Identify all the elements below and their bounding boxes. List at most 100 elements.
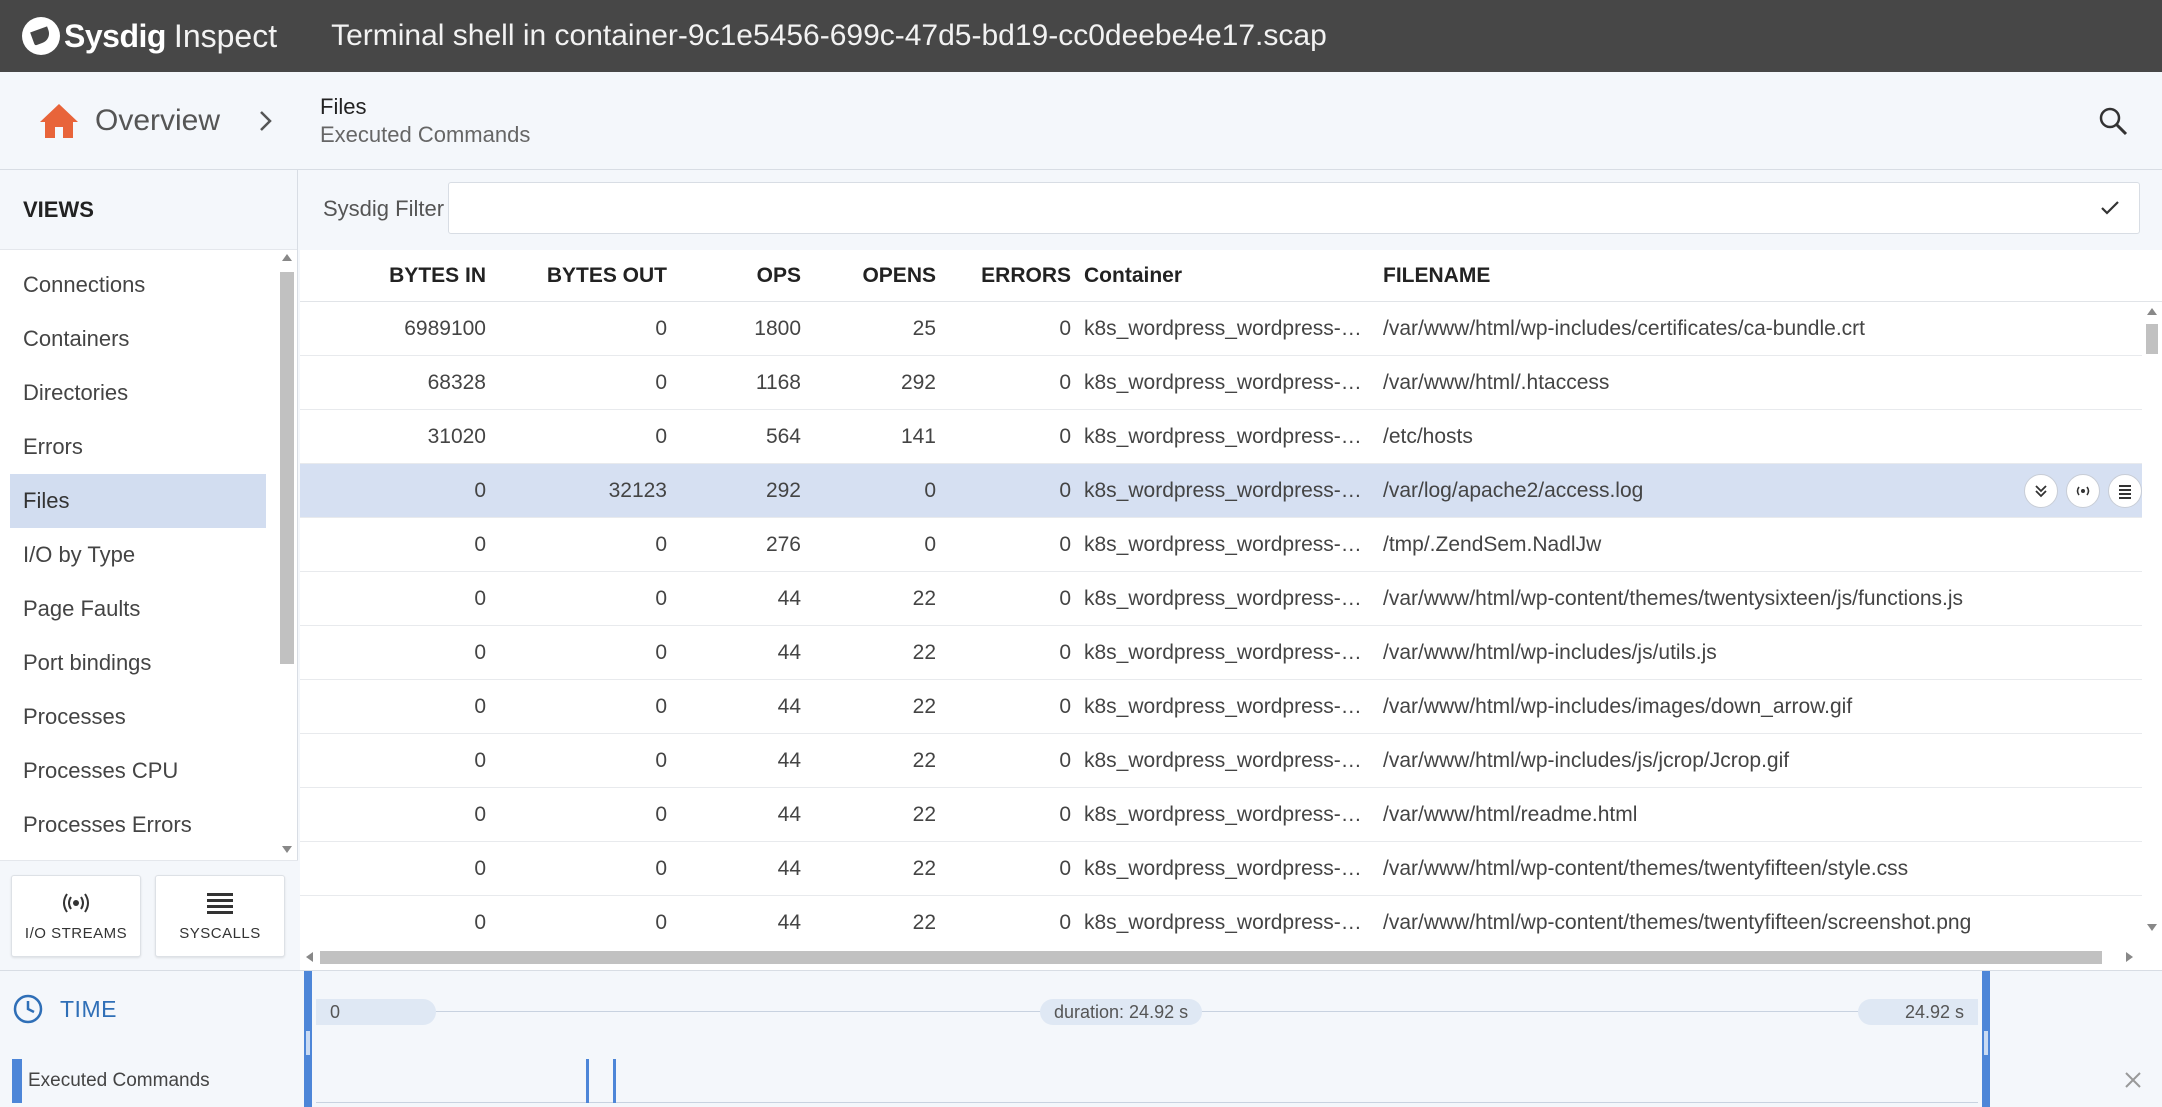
table-row[interactable]: 0 0 44 22 0 k8s_wordpress_wordpress-1.../var/… xyxy=(300,734,2142,788)
apply-filter-icon[interactable] xyxy=(2100,200,2120,216)
container-cell: k8s_wordpress_wordpress-1... xyxy=(1084,479,1369,502)
timeline-event-mark[interactable] xyxy=(586,1059,590,1103)
table-row[interactable]: 0 0 276 0 0 k8s_wordpress_wordpress-1.../tmp/… xyxy=(300,518,2142,572)
timeline-event-mark[interactable] xyxy=(612,1059,616,1103)
sidebar-item-errors[interactable]: Errors xyxy=(10,420,266,474)
syscalls-button[interactable]: SYSCALLS xyxy=(155,875,285,957)
close-icon[interactable] xyxy=(2124,1071,2142,1089)
track-color-bar xyxy=(12,1059,22,1103)
sidebar-item-port-bindings[interactable]: Port bindings xyxy=(10,636,266,690)
container-cell: k8s_wordpress_wordpress-1... xyxy=(1084,533,1369,556)
io-streams-icon xyxy=(63,892,89,913)
filename-cell: /var/www/html/wp-includes/certificates/c… xyxy=(1383,317,1865,340)
table-row[interactable]: 0 0 44 22 0 k8s_wordpress_wordpress-1.../var/… xyxy=(300,572,2142,626)
errors-cell: 0 xyxy=(1059,371,1071,394)
sidebar-item-processes-cpu[interactable]: Processes CPU xyxy=(10,744,266,798)
breadcrumb-current: Files xyxy=(320,94,367,119)
filename-cell: /var/www/html/wp-content/themes/twentyfi… xyxy=(1383,911,1972,934)
timeline-track xyxy=(316,1102,1978,1103)
timeline-duration-label: duration: 24.92 s xyxy=(1040,999,1203,1025)
sidebar-scrollbar[interactable] xyxy=(278,250,296,860)
io-streams-button[interactable]: I/O STREAMS xyxy=(11,875,141,957)
table-header: BYTES IN BYTES OUT OPS OPENS ERRORS Cont… xyxy=(300,250,2162,302)
table-vertical-scrollbar[interactable] xyxy=(2142,302,2162,940)
col-filename[interactable]: FILENAME xyxy=(1383,264,1490,288)
row-actions xyxy=(2016,474,2142,508)
filename-cell: /var/log/apache2/access.log xyxy=(1383,479,1644,502)
grip-icon xyxy=(1984,1031,1988,1055)
chevron-right-icon xyxy=(260,111,272,131)
scrollbar-thumb[interactable] xyxy=(2146,324,2158,354)
executed-commands-track[interactable]: Executed Commands xyxy=(12,1059,302,1103)
brand-name: Sysdig xyxy=(64,17,166,54)
io-streams-button[interactable] xyxy=(2066,474,2100,508)
container-cell: k8s_wordpress_wordpress-1... xyxy=(1084,317,1369,340)
product-name: Inspect xyxy=(173,17,278,54)
views-heading: VIEWS xyxy=(0,170,297,250)
errors-cell: 0 xyxy=(1059,749,1071,772)
errors-cell: 0 xyxy=(1059,911,1071,934)
time-heading: TIME xyxy=(12,993,117,1025)
expand-button[interactable] xyxy=(2024,474,2058,508)
col-errors[interactable]: ERRORS xyxy=(300,264,1071,288)
scrollbar-thumb[interactable] xyxy=(320,951,2102,964)
table-horizontal-scrollbar[interactable] xyxy=(300,947,2142,967)
time-panel: TIME Executed Commands 0 duration: 24.92… xyxy=(0,970,2162,1107)
sidebar-item-connections[interactable]: Connections xyxy=(10,258,266,312)
scroll-down-icon[interactable] xyxy=(2147,924,2157,931)
scroll-right-icon[interactable] xyxy=(2126,952,2133,962)
table-row[interactable]: 0 0 44 22 0 k8s_wordpress_wordpress-1.../var/… xyxy=(300,680,2142,734)
scroll-up-icon[interactable] xyxy=(282,254,292,261)
filename-cell: /tmp/.ZendSem.NadlJw xyxy=(1383,533,1602,556)
files-table: BYTES IN BYTES OUT OPS OPENS ERRORS Cont… xyxy=(300,250,2162,970)
views-sidebar: VIEWS Connections Containers Directories Er… xyxy=(0,170,298,970)
view-list: Connections Containers Directories Errors Fi… xyxy=(0,250,276,860)
filename-cell: /etc/hosts xyxy=(1383,425,1473,448)
errors-cell: 0 xyxy=(1059,479,1071,502)
brand-logo[interactable]: Sysdig Inspect xyxy=(22,17,277,55)
errors-cell: 0 xyxy=(1059,857,1071,880)
table-row[interactable]: 0 0 44 22 0 k8s_wordpress_wordpress-1.../var/… xyxy=(300,842,2142,896)
scroll-up-icon[interactable] xyxy=(2147,308,2157,315)
table-row[interactable]: 6989100 0 1800 25 0 k8s_wordpress_wordpress-1… xyxy=(300,302,2142,356)
expand-icon xyxy=(2035,485,2047,498)
container-cell: k8s_wordpress_wordpress-1... xyxy=(1084,425,1369,448)
syscalls-button[interactable] xyxy=(2108,474,2142,508)
capture-title: Terminal shell in container-9c1e5456-699… xyxy=(331,19,1327,52)
scroll-left-icon[interactable] xyxy=(306,952,313,962)
sysdig-filter-input[interactable] xyxy=(448,182,2140,234)
errors-cell: 0 xyxy=(1059,803,1071,826)
table-row[interactable]: 0 32123 292 0 0 k8s_wordpress_wordpress-1... /… xyxy=(300,464,2142,518)
sidebar-item-i-o-by-type[interactable]: I/O by Type xyxy=(10,528,266,582)
track-label: Executed Commands xyxy=(28,1070,210,1091)
sidebar-item-processes[interactable]: Processes xyxy=(10,690,266,744)
filter-label: Sysdig Filter xyxy=(323,196,445,221)
sidebar-item-page-faults[interactable]: Page Faults xyxy=(10,582,266,636)
io-streams-label: I/O STREAMS xyxy=(24,924,128,942)
filename-cell: /var/www/html/wp-includes/js/jcrop/Jcrop… xyxy=(1383,749,1790,772)
errors-cell: 0 xyxy=(1059,587,1071,610)
filename-cell: /var/www/html/wp-content/themes/twentyfi… xyxy=(1383,857,1909,880)
io-streams-icon xyxy=(2076,486,2090,496)
table-row[interactable]: 68328 0 1168 292 0 k8s_wordpress_wordpress-1.… xyxy=(300,356,2142,410)
sidebar-item-processes-errors[interactable]: Processes Errors xyxy=(10,798,266,852)
table-row[interactable]: 31020 0 564 141 0 k8s_wordpress_wordpress-1..… xyxy=(300,410,2142,464)
table-row[interactable]: 0 0 44 22 0 k8s_wordpress_wordpress-1.../var/… xyxy=(300,788,2142,842)
timeline[interactable]: 0 duration: 24.92 s 24.92 s xyxy=(304,971,1990,1107)
table-row[interactable]: 0 0 44 22 0 k8s_wordpress_wordpress-1.../var/… xyxy=(300,626,2142,680)
overview-link[interactable]: Overview xyxy=(95,104,220,138)
scrollbar-thumb[interactable] xyxy=(280,272,294,664)
col-container[interactable]: Container xyxy=(1084,264,1182,288)
sidebar-item-containers[interactable]: Containers xyxy=(10,312,266,366)
stream-buttons: I/O STREAMS SYSCALLS xyxy=(0,860,298,970)
filename-cell: /var/www/html/readme.html xyxy=(1383,803,1638,826)
search-icon[interactable] xyxy=(2098,106,2128,136)
container-cell: k8s_wordpress_wordpress-1... xyxy=(1084,749,1369,772)
sidebar-item-directories[interactable]: Directories xyxy=(10,366,266,420)
home-icon[interactable] xyxy=(38,102,80,140)
table-row[interactable]: 0 0 44 22 0 k8s_wordpress_wordpress-1.../var/… xyxy=(300,896,2142,950)
grip-icon xyxy=(306,1031,310,1055)
errors-cell: 0 xyxy=(1059,425,1071,448)
sidebar-item-files[interactable]: Files xyxy=(10,474,266,528)
scroll-down-icon[interactable] xyxy=(282,846,292,853)
